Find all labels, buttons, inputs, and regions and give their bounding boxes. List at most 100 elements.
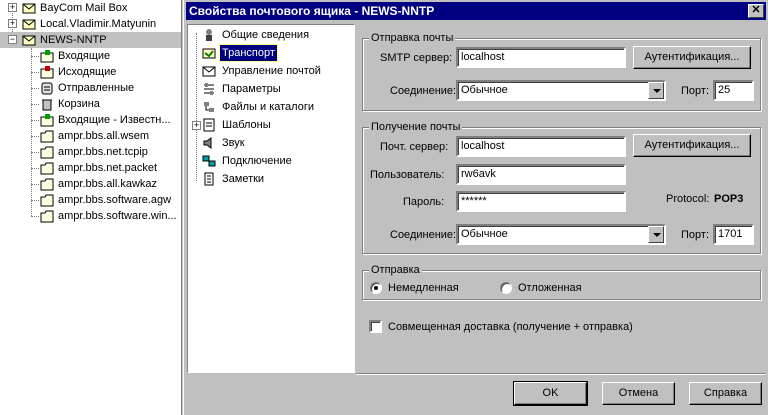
sound-icon xyxy=(203,137,212,149)
mailbox-icon xyxy=(22,35,36,46)
tree-line xyxy=(31,184,39,185)
tree-line xyxy=(31,200,39,201)
tree-item-label: Отправленные xyxy=(58,82,135,94)
tree-item-label: Корзина xyxy=(58,98,100,110)
connection-icon xyxy=(202,155,216,167)
tree-item-inbox-known[interactable]: Входящие - Известн... xyxy=(0,112,181,128)
immediate-label[interactable]: Немедленная xyxy=(388,281,459,295)
group-title: Отправка xyxy=(369,264,422,277)
transport-icon xyxy=(202,48,216,59)
tree-line xyxy=(196,33,197,181)
immediate-radio[interactable] xyxy=(370,282,382,294)
user-input[interactable]: rw6avk xyxy=(456,164,626,185)
tree-item-label: ampr.bbs.software.win... xyxy=(58,210,177,222)
tree-line xyxy=(31,72,39,73)
user-label: Пользователь: xyxy=(370,169,445,181)
close-icon: ✕ xyxy=(751,4,761,16)
send-connection-label: Соединение: xyxy=(390,85,457,97)
tree-line xyxy=(31,152,39,153)
mailbox-icon xyxy=(22,3,36,14)
tree-item-label: Входящие - Известн... xyxy=(58,114,171,126)
tree-item-local[interactable]: + Local.Vladimir.Matyunin xyxy=(0,16,181,32)
deferred-label[interactable]: Отложенная xyxy=(518,281,582,295)
smtp-server-label: SMTP сервер: xyxy=(380,52,453,64)
dialog-title: Свойства почтового ящика - NEWS-NNTP xyxy=(189,4,435,18)
tree-item-newsgroup[interactable]: ampr.bbs.software.win... xyxy=(0,208,181,224)
tree-line xyxy=(31,216,39,217)
mail-management-icon xyxy=(202,66,216,77)
inbox-folder-icon xyxy=(40,114,54,127)
tree-line xyxy=(31,168,39,169)
tree-item-sent[interactable]: Отправленные xyxy=(0,80,181,96)
newsgroup-folder-icon xyxy=(40,194,54,207)
tree-item-newsgroup[interactable]: ampr.bbs.all.kawkaz xyxy=(0,176,181,192)
combined-delivery-label[interactable]: Совмещенная доставка (получение + отправ… xyxy=(388,320,633,334)
group-title: Получение почты xyxy=(369,121,463,134)
send-port-input[interactable]: 25 xyxy=(713,80,754,101)
ok-button[interactable]: OK xyxy=(513,381,588,406)
tree-item-label: ampr.bbs.software.agw xyxy=(58,194,172,206)
expand-icon[interactable]: + xyxy=(8,19,17,28)
mailbox-icon xyxy=(22,19,36,30)
group-title: Отправка почты xyxy=(369,32,456,45)
tree-item-newsgroup[interactable]: ampr.bbs.all.wsem xyxy=(0,128,181,144)
inbox-folder-icon xyxy=(40,50,54,63)
mail-server-label: Почт. сервер: xyxy=(380,141,449,153)
send-port-label: Порт: xyxy=(681,85,709,97)
cancel-button[interactable]: Отмена xyxy=(602,382,675,405)
protocol-label: Protocol: xyxy=(666,193,710,205)
tree-line xyxy=(31,56,39,57)
tree-item-newsgroup[interactable]: ampr.bbs.net.packet xyxy=(0,160,181,176)
receive-port-label: Порт: xyxy=(681,229,709,241)
password-input[interactable]: ****** xyxy=(456,191,626,212)
tree-item-label: ampr.bbs.all.kawkaz xyxy=(58,178,158,190)
dialog-titlebar[interactable]: Свойства почтового ящика - NEWS-NNTP ✕ xyxy=(186,2,766,20)
mailbox-properties-dialog: Свойства почтового ящика - NEWS-NNTP ✕ О… xyxy=(183,0,768,415)
expand-icon[interactable]: + xyxy=(8,3,17,12)
footer-separator xyxy=(356,373,766,375)
files-icon xyxy=(204,102,214,112)
help-button[interactable]: Справка xyxy=(689,382,762,405)
chevron-down-icon[interactable] xyxy=(648,82,664,99)
sent-folder-icon xyxy=(41,82,53,95)
tree-item-outbox[interactable]: Исходящие xyxy=(0,64,181,80)
notes-icon xyxy=(204,172,214,186)
receive-connection-label: Соединение: xyxy=(390,229,457,241)
settings-nav-tree[interactable]: Общие сведения Транспорт Управление почт… xyxy=(187,24,355,373)
expand-icon[interactable]: + xyxy=(192,121,201,130)
tree-line xyxy=(31,88,39,89)
smtp-auth-button[interactable]: Аутентификация... xyxy=(633,46,751,69)
receive-connection-select[interactable]: Обычное xyxy=(456,224,666,245)
deferred-radio[interactable] xyxy=(500,282,512,294)
tree-item-inbox[interactable]: Входящие xyxy=(0,48,181,64)
tree-item-label: BayCom Mail Box xyxy=(40,2,128,14)
tree-item-baycom[interactable]: + BayCom Mail Box xyxy=(0,0,181,16)
tree-line xyxy=(31,120,39,121)
select-value: Обычное xyxy=(461,84,508,96)
tree-item-label: Входящие xyxy=(58,50,111,62)
tree-item-label: ampr.bbs.all.wsem xyxy=(58,130,150,142)
smtp-server-input[interactable]: localhost xyxy=(456,47,626,68)
close-button[interactable]: ✕ xyxy=(748,4,764,18)
receive-port-input[interactable]: 1701 xyxy=(713,224,754,245)
trash-icon xyxy=(42,99,52,111)
tree-item-newsgroup[interactable]: ampr.bbs.net.tcpip xyxy=(0,144,181,160)
send-connection-select[interactable]: Обычное xyxy=(456,80,666,101)
combined-delivery-checkbox[interactable] xyxy=(369,320,382,333)
tree-item-news-nntp[interactable]: − NEWS-NNTP xyxy=(0,32,181,48)
mail-server-input[interactable]: localhost xyxy=(456,136,626,157)
chevron-down-icon[interactable] xyxy=(648,226,664,243)
tree-item-label: NEWS-NNTP xyxy=(40,34,107,46)
outbox-folder-icon xyxy=(40,66,54,79)
password-label: Пароль: xyxy=(403,196,445,208)
pop-auth-button[interactable]: Аутентификация... xyxy=(633,134,751,157)
tree-item-label: ampr.bbs.net.packet xyxy=(58,162,158,174)
select-value: Обычное xyxy=(461,228,508,240)
parameters-icon xyxy=(204,83,214,95)
collapse-icon[interactable]: − xyxy=(8,35,17,44)
tree-item-trash[interactable]: Корзина xyxy=(0,96,181,112)
folder-tree[interactable]: + BayCom Mail Box + Local.Vladimir.Matyu… xyxy=(0,0,182,415)
tree-item-newsgroup[interactable]: ampr.bbs.software.agw xyxy=(0,192,181,208)
tree-item-label: Исходящие xyxy=(58,66,117,78)
info-icon xyxy=(206,29,212,41)
